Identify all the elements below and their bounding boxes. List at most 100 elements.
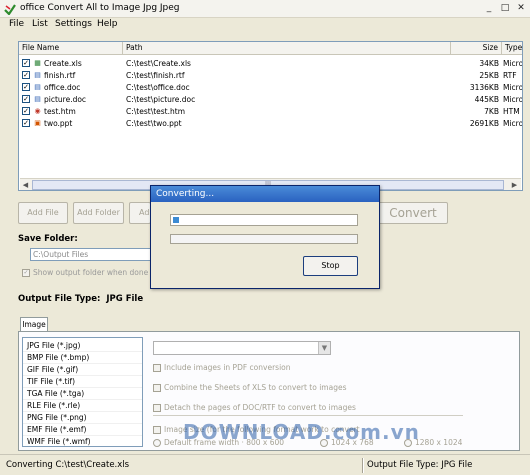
conversion-progress-bar — [170, 214, 358, 226]
list-item[interactable]: BMP File (*.bmp) — [23, 352, 142, 364]
file-size: 2691KB — [469, 119, 499, 128]
status-output-type: Output File Type: JPG File — [367, 460, 473, 470]
file-path: C:\test\finish.rtf — [126, 71, 185, 80]
add-file-button[interactable]: Add File — [18, 202, 68, 224]
checkbox[interactable]: ✓ — [22, 95, 30, 103]
file-size: 34KB — [479, 59, 499, 68]
show-output-folder-option[interactable]: ✓ Show output folder when done — [22, 268, 148, 277]
output-file-type-value: JPG File — [106, 294, 144, 304]
file-name: picture.doc — [44, 95, 87, 104]
excel-file-icon: ▦ — [34, 59, 41, 67]
column-header-path[interactable]: Path — [123, 42, 499, 55]
include-pdf-images-option[interactable]: Include images in PDF conversion — [153, 363, 291, 372]
word-file-icon: ▤ — [34, 95, 41, 103]
file-path: C:\test\picture.doc — [126, 95, 196, 104]
menu-list[interactable]: List — [32, 19, 48, 29]
option-label: Include images in PDF conversion — [164, 363, 291, 372]
status-bar: Converting C:\test\Create.xls Output Fil… — [0, 454, 530, 475]
rtf-file-icon: ▤ — [34, 71, 41, 79]
file-type: HTM — [503, 107, 520, 116]
tab-image[interactable]: Image — [20, 317, 48, 332]
menu-help[interactable]: Help — [97, 19, 118, 29]
format-list[interactable]: JPG File (*.jpg) BMP File (*.bmp) GIF Fi… — [22, 337, 143, 447]
show-output-folder-checkbox[interactable]: ✓ — [22, 269, 30, 277]
file-name: finish.rtf — [44, 71, 76, 80]
radio-button[interactable] — [153, 439, 161, 447]
file-size: 7KB — [484, 107, 499, 116]
checkbox[interactable]: ✓ — [22, 107, 30, 115]
table-row[interactable]: ✓ ▤ picture.doc C:\test\picture.doc 445K… — [19, 94, 523, 105]
file-type: RTF — [503, 71, 517, 80]
file-path: C:\test\Create.xls — [126, 59, 191, 68]
table-row[interactable]: ✓ ▤ office.doc C:\test\office.doc 3136KB… — [19, 82, 523, 93]
window-title: office Convert All to Image Jpg Jpeg — [20, 3, 180, 13]
chevron-down-icon[interactable]: ▼ — [318, 342, 330, 354]
list-item[interactable]: RLE File (*.rle) — [23, 400, 142, 412]
menu-settings[interactable]: Settings — [55, 19, 92, 29]
secondary-progress-bar — [170, 234, 358, 244]
checkbox[interactable] — [153, 426, 161, 434]
status-separator — [362, 458, 364, 473]
checkbox[interactable] — [153, 404, 161, 412]
file-list[interactable]: File Name Path Size Type ✓ ▦ Create.xls … — [18, 41, 523, 191]
title-bar: office Convert All to Image Jpg Jpeg _ □… — [0, 0, 530, 18]
detach-pages-option[interactable]: Detach the pages of DOC/RTF to convert t… — [153, 403, 356, 412]
file-path: C:\test\office.doc — [126, 83, 190, 92]
file-type: Micro — [503, 83, 523, 92]
combine-sheets-option[interactable]: Combine the Sheets of XLS to convert to … — [153, 383, 347, 392]
quality-dropdown[interactable]: ▼ — [153, 341, 331, 355]
option-label: Combine the Sheets of XLS to convert to … — [164, 383, 347, 392]
list-item[interactable]: GIF File (*.gif) — [23, 364, 142, 376]
maximize-button[interactable]: □ — [498, 2, 512, 15]
file-size: 445KB — [474, 95, 499, 104]
file-type: Micro — [503, 119, 523, 128]
add-button-partial[interactable]: Ad — [129, 202, 151, 224]
save-folder-title: Save Folder: — [18, 234, 78, 244]
menu-bar: File List Settings Help — [0, 18, 530, 32]
word-file-icon: ▤ — [34, 83, 41, 91]
column-header-type[interactable]: Type — [502, 42, 522, 55]
option-label: Detach the pages of DOC/RTF to convert t… — [164, 403, 356, 412]
table-row[interactable]: ✓ ▣ two.ppt C:\test\two.ppt 2691KB Micro — [19, 118, 523, 129]
checkbox[interactable]: ✓ — [22, 83, 30, 91]
checkbox[interactable]: ✓ — [22, 59, 30, 67]
column-header-filename[interactable]: File Name — [19, 42, 123, 55]
close-button[interactable]: ✕ — [514, 2, 528, 15]
file-path: C:\test\two.ppt — [126, 119, 182, 128]
file-size: 3136KB — [469, 83, 499, 92]
menu-file[interactable]: File — [9, 19, 24, 29]
file-size: 25KB — [479, 71, 499, 80]
checkbox[interactable]: ✓ — [22, 71, 30, 79]
table-row[interactable]: ✓ ◉ test.htm C:\test\test.htm 7KB HTM — [19, 106, 522, 117]
list-item[interactable]: WMF File (*.wmf) — [23, 436, 142, 446]
show-output-folder-label: Show output folder when done — [33, 268, 149, 277]
list-item[interactable]: TIF File (*.tif) — [23, 376, 142, 388]
stop-button[interactable]: Stop — [303, 256, 358, 276]
scroll-left-icon[interactable]: ◀ — [20, 180, 31, 190]
dialog-title: Converting... — [156, 189, 215, 199]
file-type: Micro — [503, 95, 523, 104]
minimize-button[interactable]: _ — [482, 2, 496, 15]
file-name: two.ppt — [44, 119, 73, 128]
table-row[interactable]: ✓ ▦ Create.xls C:\test\Create.xls 34KB M… — [19, 58, 523, 69]
file-name: Create.xls — [44, 59, 82, 68]
add-folder-button[interactable]: Add Folder — [73, 202, 124, 224]
checkbox[interactable] — [153, 364, 161, 372]
table-row[interactable]: ✓ ▤ finish.rtf C:\test\finish.rtf 25KB R… — [19, 70, 522, 81]
column-header-size[interactable]: Size — [450, 42, 502, 55]
convert-button[interactable]: Convert — [378, 202, 448, 224]
list-item[interactable]: PNG File (*.png) — [23, 412, 142, 424]
watermark-logo: DOWNLOAD.com.vn — [183, 420, 420, 444]
scroll-right-icon[interactable]: ▶ — [509, 180, 520, 190]
checkbox[interactable] — [153, 384, 161, 392]
progress-fill — [173, 217, 179, 223]
dialog-title-bar: Converting... — [151, 186, 379, 202]
list-item[interactable]: JPG File (*.jpg) — [23, 340, 142, 352]
list-item[interactable]: EMF File (*.emf) — [23, 424, 142, 436]
status-converting: Converting C:\test\Create.xls — [6, 460, 130, 470]
list-item[interactable]: TGA File (*.tga) — [23, 388, 142, 400]
file-type: Micro — [503, 59, 523, 68]
divider — [153, 415, 463, 416]
checkbox[interactable]: ✓ — [22, 119, 30, 127]
output-folder-field[interactable]: C:\Output Files — [30, 248, 154, 261]
